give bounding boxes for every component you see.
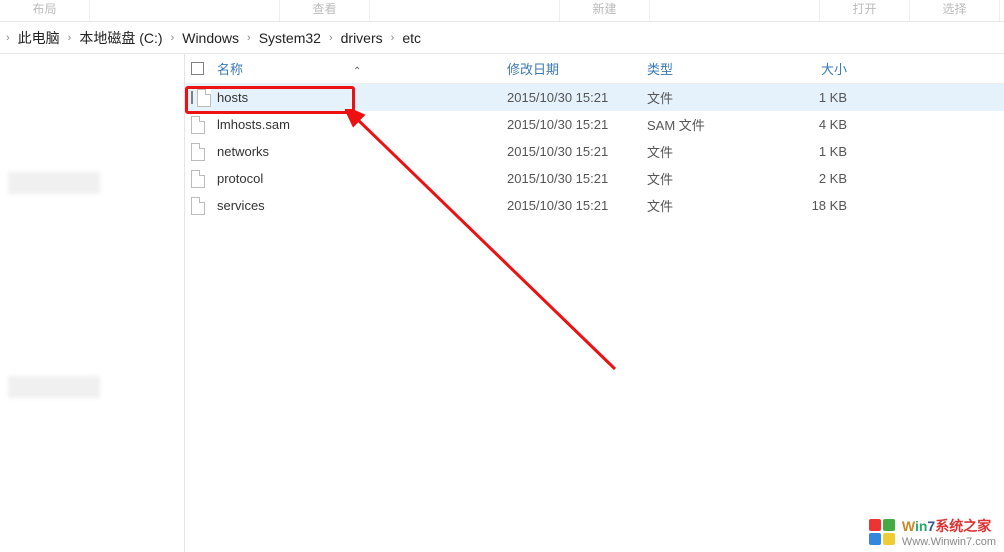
file-size: 1 KB	[767, 90, 877, 105]
file-size: 18 KB	[767, 198, 877, 213]
breadcrumb[interactable]: › 此电脑 › 本地磁盘 (C:) › Windows › System32 ›…	[0, 22, 1004, 54]
file-row[interactable]: hosts2015/10/30 15:21文件1 KB	[185, 84, 1004, 111]
file-icon	[191, 143, 205, 161]
file-icon	[191, 197, 205, 215]
file-row[interactable]: lmhosts.sam2015/10/30 15:21SAM 文件4 KB	[185, 111, 1004, 138]
file-list-pane: 名称⌃ 修改日期 类型 大小 hosts2015/10/30 15:21文件1 …	[185, 54, 1004, 552]
ribbon-spacer	[370, 0, 560, 21]
ribbon-tab[interactable]: 打开	[820, 0, 910, 21]
breadcrumb-item[interactable]: 本地磁盘 (C:)	[71, 24, 170, 52]
file-row[interactable]: networks2015/10/30 15:21文件1 KB	[185, 138, 1004, 165]
file-date: 2015/10/30 15:21	[507, 117, 647, 132]
row-checkbox[interactable]	[191, 197, 217, 215]
column-header-type[interactable]: 类型	[647, 59, 767, 78]
breadcrumb-item[interactable]: etc	[394, 26, 429, 50]
ribbon-tab[interactable]: 新建	[560, 0, 650, 21]
breadcrumb-item[interactable]: 此电脑	[10, 24, 68, 52]
sort-caret-icon: ⌃	[353, 66, 361, 77]
breadcrumb-item[interactable]: System32	[251, 26, 329, 50]
ribbon-tab[interactable]: 布局	[0, 0, 90, 21]
file-date: 2015/10/30 15:21	[507, 90, 647, 105]
file-name: lmhosts.sam	[217, 117, 507, 132]
file-name: networks	[217, 144, 507, 159]
file-size: 2 KB	[767, 171, 877, 186]
file-icon	[191, 116, 205, 134]
row-checkbox[interactable]	[191, 143, 217, 161]
navigation-pane[interactable]	[0, 54, 185, 552]
ribbon-spacer	[90, 0, 280, 21]
breadcrumb-item[interactable]: Windows	[174, 26, 247, 50]
watermark: Win7系统之家 Www.Winwin7.com	[868, 516, 996, 548]
row-checkbox[interactable]	[191, 89, 217, 107]
watermark-title: Win7系统之家	[902, 516, 996, 536]
breadcrumb-item[interactable]: drivers	[333, 26, 391, 50]
file-type: SAM 文件	[647, 115, 767, 134]
ribbon-tab[interactable]: 选择	[910, 0, 1000, 21]
file-type: 文件	[647, 196, 767, 215]
column-headers[interactable]: 名称⌃ 修改日期 类型 大小	[185, 54, 1004, 84]
file-name: protocol	[217, 171, 507, 186]
file-row[interactable]: protocol2015/10/30 15:21文件2 KB	[185, 165, 1004, 192]
ribbon-spacer	[650, 0, 820, 21]
ribbon-tabs: 布局 查看 新建 打开 选择	[0, 0, 1004, 22]
file-size: 1 KB	[767, 144, 877, 159]
watermark-logo-icon	[868, 518, 896, 546]
watermark-url: Www.Winwin7.com	[902, 536, 996, 548]
row-checkbox[interactable]	[191, 170, 217, 188]
file-size: 4 KB	[767, 117, 877, 132]
file-type: 文件	[647, 88, 767, 107]
file-icon	[191, 170, 205, 188]
column-header-size[interactable]: 大小	[767, 59, 877, 78]
column-header-name[interactable]: 名称⌃	[217, 59, 507, 78]
file-name: hosts	[217, 90, 507, 105]
file-date: 2015/10/30 15:21	[507, 144, 647, 159]
file-row[interactable]: services2015/10/30 15:21文件18 KB	[185, 192, 1004, 219]
select-all-checkbox[interactable]	[191, 62, 217, 75]
file-name: services	[217, 198, 507, 213]
file-type: 文件	[647, 169, 767, 188]
ribbon-tab[interactable]: 查看	[280, 0, 370, 21]
row-checkbox[interactable]	[191, 116, 217, 134]
file-date: 2015/10/30 15:21	[507, 198, 647, 213]
file-icon	[197, 89, 211, 107]
column-header-date[interactable]: 修改日期	[507, 59, 647, 78]
file-type: 文件	[647, 142, 767, 161]
file-date: 2015/10/30 15:21	[507, 171, 647, 186]
